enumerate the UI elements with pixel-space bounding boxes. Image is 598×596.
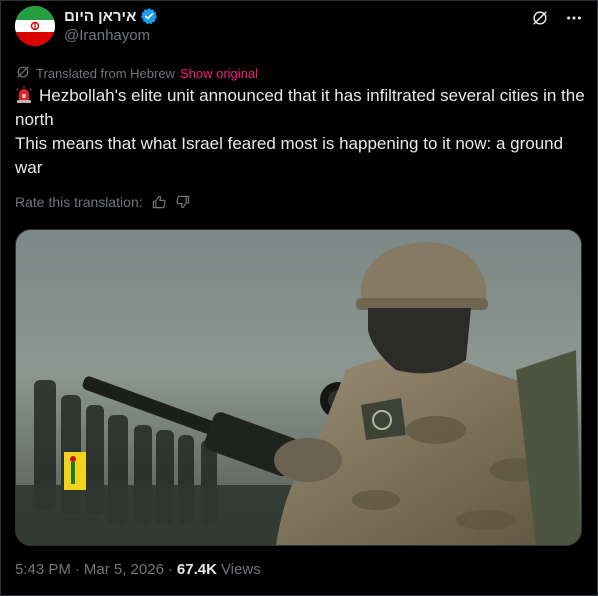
avatar[interactable]: [15, 6, 55, 46]
tweet-line-1: Hezbollah's elite unit announced that it…: [15, 84, 585, 132]
views-count: 67.4K: [176, 561, 217, 578]
translated-from-label: Translated from Hebrew: [36, 66, 175, 81]
translate-icon: [15, 64, 31, 83]
more-icon[interactable]: [564, 8, 584, 28]
soldier-photo: [16, 230, 581, 545]
tweet-actions-top: [530, 8, 584, 28]
meta-separator-2: ·: [167, 561, 173, 578]
siren-emoji-icon: [15, 86, 33, 104]
tweet-line-1-text: Hezbollah's elite unit announced that it…: [15, 86, 585, 129]
tweet-time[interactable]: 5:43 PM: [15, 561, 71, 578]
show-original-link[interactable]: Show original: [180, 66, 258, 81]
grok-icon[interactable]: [530, 8, 550, 28]
thumbs-up-icon[interactable]: [151, 194, 167, 210]
rate-translation: Rate this translation:: [15, 194, 191, 210]
author-handle[interactable]: @Iranhayom: [64, 27, 150, 44]
tweet-line-2: This means that what Israel feared most …: [15, 134, 564, 177]
tweet-meta: 5:43 PM · Mar 5, 2026 · 67.4K Views: [15, 561, 261, 578]
meta-separator: ·: [74, 561, 80, 578]
tweet-text: Hezbollah's elite unit announced that it…: [15, 84, 585, 180]
rate-translation-label: Rate this translation:: [15, 194, 143, 210]
thumbs-down-icon[interactable]: [175, 194, 191, 210]
author-name-row[interactable]: איראן היום: [64, 6, 158, 26]
views-label: Views: [220, 561, 261, 578]
verified-badge-icon: [140, 7, 158, 25]
author-display-name[interactable]: איראן היום: [64, 8, 136, 25]
tweet-media-image[interactable]: [15, 229, 582, 546]
iran-flag-avatar: [15, 6, 55, 46]
translation-note: Translated from Hebrew Show original: [15, 64, 258, 83]
tweet-date[interactable]: Mar 5, 2026: [84, 561, 164, 578]
